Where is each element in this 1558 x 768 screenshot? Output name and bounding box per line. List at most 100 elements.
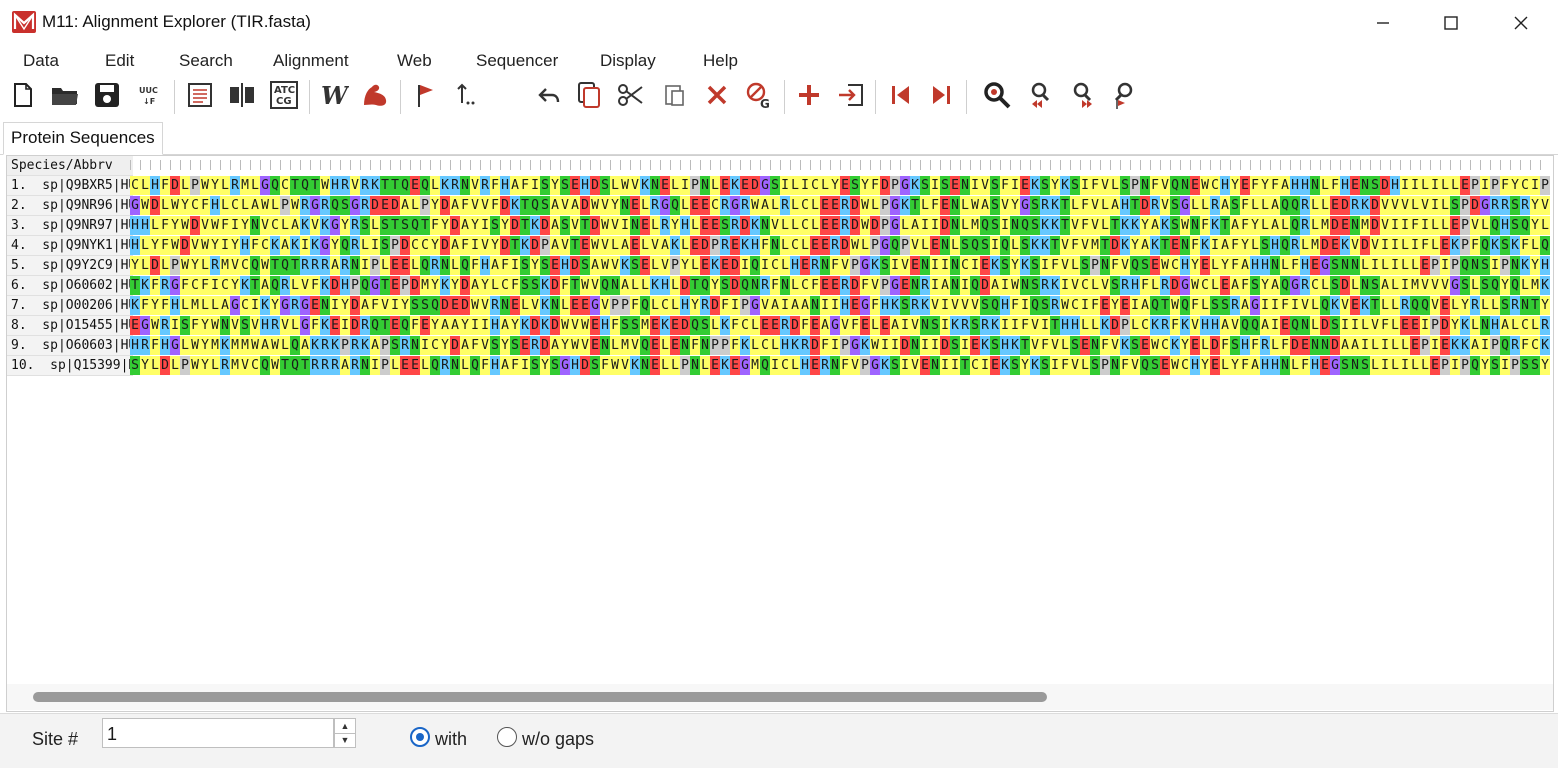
residue-cell[interactable]: H [170, 296, 180, 315]
residue-cell[interactable]: I [930, 256, 940, 275]
residue-cell[interactable]: G [880, 236, 890, 255]
residue-cell[interactable]: T [520, 196, 530, 215]
residue-cell[interactable]: S [520, 276, 530, 295]
residue-cell[interactable]: S [380, 236, 390, 255]
residue-cell[interactable]: V [1100, 276, 1110, 295]
residue-cell[interactable]: W [1160, 256, 1170, 275]
residue-cell[interactable]: N [450, 356, 460, 375]
residue-cell[interactable]: Y [440, 216, 450, 235]
residue-cell[interactable]: I [420, 336, 430, 355]
residue-cell[interactable]: Y [1510, 176, 1520, 195]
residue-cell[interactable]: T [310, 176, 320, 195]
residue-cell[interactable]: I [230, 216, 240, 235]
residue-cell[interactable]: L [180, 296, 190, 315]
residue-cell[interactable]: L [360, 236, 370, 255]
residue-cell[interactable]: F [460, 196, 470, 215]
residue-cell[interactable]: F [1280, 336, 1290, 355]
residue-cell[interactable]: A [790, 296, 800, 315]
residue-cell[interactable]: L [150, 216, 160, 235]
residue-cell[interactable]: W [860, 216, 870, 235]
residue-cell[interactable]: V [250, 316, 260, 335]
residue-cell[interactable]: F [1050, 256, 1060, 275]
residue-cell[interactable]: H [880, 296, 890, 315]
residue-cell[interactable]: K [1540, 276, 1550, 295]
residue-cell[interactable]: K [1180, 316, 1190, 335]
residue-cell[interactable]: L [660, 336, 670, 355]
residue-cell[interactable]: Q [980, 216, 990, 235]
residue-cell[interactable]: E [650, 336, 660, 355]
residue-cell[interactable]: L [1100, 216, 1110, 235]
residue-cell[interactable]: S [720, 276, 730, 295]
residue-cell[interactable]: L [1070, 256, 1080, 275]
stepper-up-icon[interactable]: ▲ [335, 719, 355, 734]
residue-cell[interactable]: Q [1290, 196, 1300, 215]
residue-cell[interactable]: K [1040, 216, 1050, 235]
residue-cell[interactable]: K [1540, 336, 1550, 355]
residue-cell[interactable]: I [1480, 336, 1490, 355]
residue-cell[interactable]: D [410, 276, 420, 295]
sequence-residues[interactable]: SYLDLPWYLRMVCQWTQTRRRARNIPLEELQRNLQFHAFI… [130, 356, 1550, 375]
residue-cell[interactable]: S [380, 216, 390, 235]
residue-cell[interactable]: Q [1180, 296, 1190, 315]
residue-cell[interactable]: E [970, 336, 980, 355]
residue-cell[interactable]: S [1480, 256, 1490, 275]
residue-cell[interactable]: P [840, 336, 850, 355]
residue-cell[interactable]: F [870, 296, 880, 315]
residue-cell[interactable]: C [220, 276, 230, 295]
residue-cell[interactable]: N [950, 196, 960, 215]
residue-cell[interactable]: W [170, 236, 180, 255]
close-button[interactable] [1486, 0, 1556, 46]
residue-cell[interactable]: E [390, 276, 400, 295]
residue-cell[interactable]: D [790, 316, 800, 335]
residue-cell[interactable]: I [760, 256, 770, 275]
residue-cell[interactable]: E [450, 296, 460, 315]
residue-cell[interactable]: L [1200, 196, 1210, 215]
residue-cell[interactable]: Q [1290, 316, 1300, 335]
residue-cell[interactable]: H [1260, 256, 1270, 275]
residue-cell[interactable]: F [1070, 236, 1080, 255]
residue-cell[interactable]: W [570, 336, 580, 355]
residue-cell[interactable]: K [220, 336, 230, 355]
residue-cell[interactable]: H [1270, 356, 1280, 375]
residue-cell[interactable]: D [850, 276, 860, 295]
site-stepper[interactable]: ▲ ▼ [334, 718, 356, 748]
residue-cell[interactable]: W [210, 316, 220, 335]
sequence-residues[interactable]: HHLFYWDVWFIYNVCLAKVKGYRSLSTSQTFYDAYISYDT… [130, 216, 1550, 235]
residue-cell[interactable]: I [990, 236, 1000, 255]
residue-cell[interactable]: W [210, 216, 220, 235]
residue-cell[interactable]: V [1160, 176, 1170, 195]
residue-cell[interactable]: G [320, 236, 330, 255]
residue-cell[interactable]: D [1470, 196, 1480, 215]
residue-cell[interactable]: L [140, 256, 150, 275]
residue-cell[interactable]: L [380, 256, 390, 275]
residue-cell[interactable]: N [910, 276, 920, 295]
residue-cell[interactable]: V [1190, 316, 1200, 335]
residue-cell[interactable]: D [580, 196, 590, 215]
residue-cell[interactable]: P [1440, 356, 1450, 375]
residue-cell[interactable]: D [460, 276, 470, 295]
residue-cell[interactable]: P [1490, 176, 1500, 195]
residue-cell[interactable]: I [1080, 176, 1090, 195]
residue-cell[interactable]: C [1310, 276, 1320, 295]
residue-cell[interactable]: I [390, 296, 400, 315]
residue-cell[interactable]: P [860, 356, 870, 375]
residue-cell[interactable]: D [700, 236, 710, 255]
residue-cell[interactable]: H [1000, 296, 1010, 315]
residue-cell[interactable]: R [960, 316, 970, 335]
residue-cell[interactable]: E [810, 236, 820, 255]
residue-cell[interactable]: H [1220, 176, 1230, 195]
residue-cell[interactable]: N [650, 176, 660, 195]
residue-cell[interactable]: I [780, 296, 790, 315]
residue-cell[interactable]: E [590, 336, 600, 355]
without-gaps-radio[interactable] [497, 727, 517, 747]
residue-cell[interactable]: K [1100, 316, 1110, 335]
residue-cell[interactable]: I [740, 256, 750, 275]
residue-cell[interactable]: A [260, 336, 270, 355]
residue-cell[interactable]: A [260, 276, 270, 295]
residue-cell[interactable]: I [1500, 356, 1510, 375]
residue-cell[interactable]: F [500, 256, 510, 275]
sequence-row[interactable]: 9. sp|O60603|HU H R F H G L W Y M K M M W A W L Q A K R K P R K A… [7, 336, 1553, 356]
residue-cell[interactable]: R [480, 176, 490, 195]
residue-cell[interactable]: C [430, 336, 440, 355]
residue-cell[interactable]: L [690, 256, 700, 275]
